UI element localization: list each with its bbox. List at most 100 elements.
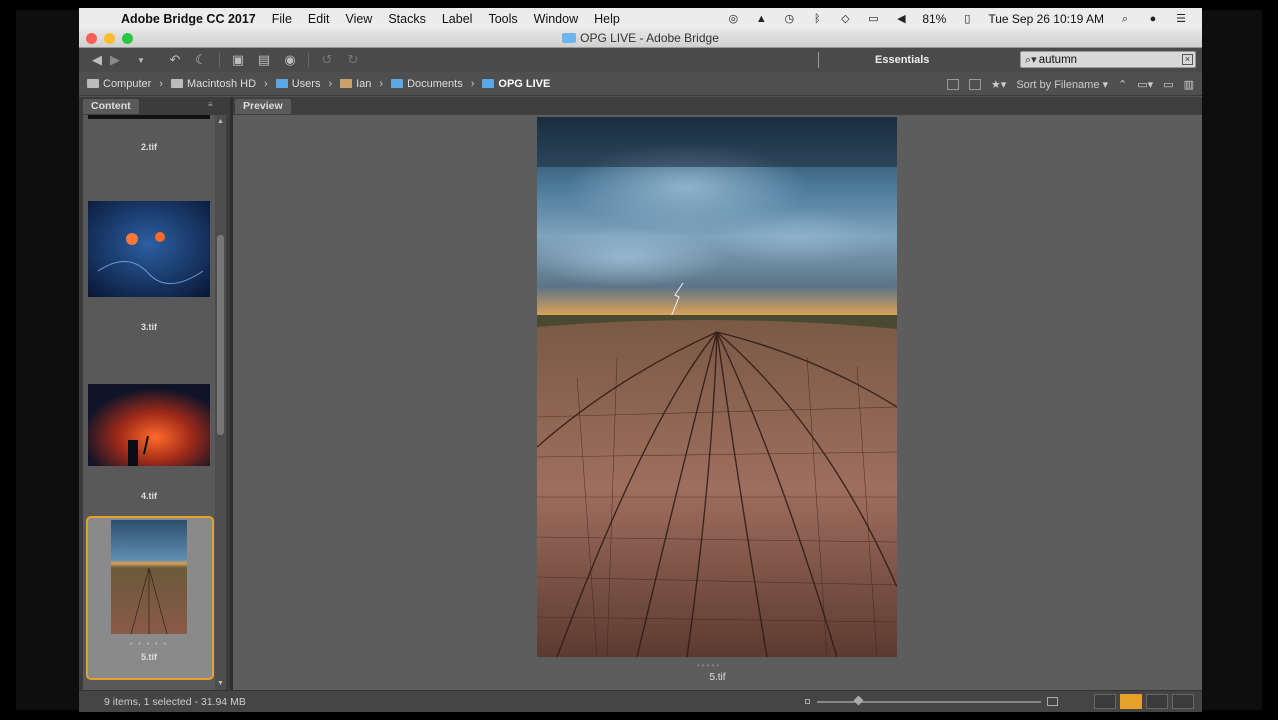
chevron-right-icon[interactable]: › (471, 78, 475, 90)
chevron-right-icon[interactable]: › (328, 78, 332, 90)
filter-icon[interactable] (968, 78, 981, 90)
menu-view[interactable]: View (345, 12, 372, 26)
volume-icon[interactable]: ◀ (894, 13, 908, 25)
rating-dots[interactable]: • • • • • (83, 641, 215, 648)
zoom-window-button[interactable] (122, 33, 133, 44)
screen: Adobe Bridge CC 2017 File Edit View Stac… (79, 8, 1202, 712)
computer-icon (87, 79, 99, 88)
breadcrumb-documents[interactable]: Documents › (391, 78, 474, 90)
drive-icon[interactable]: ▲ (754, 13, 768, 25)
thumbnail-image (111, 520, 187, 635)
breadcrumb-users[interactable]: Users › (275, 78, 332, 90)
thumbnail-item[interactable]: 2.tif (83, 115, 215, 152)
preview-tab[interactable]: Preview (235, 99, 291, 114)
home-icon (340, 79, 353, 88)
thumbnail-image (88, 115, 210, 119)
view-list-button[interactable] (1172, 694, 1194, 709)
window-controls (86, 33, 133, 44)
menu-help[interactable]: Help (594, 12, 620, 26)
view-thumbnails-button[interactable] (1120, 694, 1142, 709)
wifi-icon[interactable]: ◇ (838, 13, 852, 25)
get-photos-icon[interactable]: ▣ (230, 52, 246, 68)
new-folder-icon[interactable]: ▭ (1163, 78, 1173, 91)
clock[interactable]: Tue Sep 26 10:19 AM (988, 12, 1104, 26)
panel-menu-icon[interactable]: ≡ (208, 100, 213, 109)
workspace-label: Essentials (875, 54, 930, 66)
scroll-thumb[interactable] (217, 235, 224, 435)
battery-icon[interactable]: ▯ (960, 13, 974, 25)
bluetooth-icon[interactable]: ᛒ (810, 13, 824, 25)
thumbnail-name: 3.tif (140, 322, 157, 332)
breadcrumb-computer[interactable]: Computer › (87, 78, 163, 90)
path-bar: Computer › Macintosh HD › Users › Ian › … (79, 72, 1202, 96)
sort-dropdown[interactable]: Sort by Filename ▾ (1016, 78, 1108, 91)
clear-search-icon[interactable]: × (1182, 54, 1193, 65)
menu-stacks[interactable]: Stacks (388, 12, 426, 26)
preview-image[interactable] (537, 117, 897, 657)
spotlight-icon[interactable]: ⌕ (1118, 13, 1132, 25)
creative-cloud-icon[interactable]: ◎ (726, 13, 740, 25)
folder-icon (562, 33, 577, 43)
notification-center-icon[interactable]: ☰ (1174, 13, 1188, 25)
thumbnail-smaller-icon[interactable] (805, 699, 810, 704)
thumbnail-size-knob[interactable] (853, 695, 864, 706)
minimize-window-button[interactable] (104, 33, 115, 44)
workspace-switcher[interactable]: Essentials ▼ (875, 48, 1028, 72)
open-recent-icon[interactable]: ▭▾ (1137, 78, 1153, 91)
thumbnail-item[interactable]: 3.tif (83, 201, 215, 332)
boomerang-icon[interactable]: ☾ (193, 52, 209, 68)
menu-bar: Adobe Bridge CC 2017 File Edit View Stac… (79, 8, 1202, 29)
menu-tools[interactable]: Tools (488, 12, 517, 26)
rotate-right-icon[interactable]: ↻ (345, 52, 361, 68)
menu-file[interactable]: File (272, 12, 292, 26)
toolbar-separator (219, 53, 220, 67)
view-details-button[interactable] (1146, 694, 1168, 709)
thumbnail-item[interactable]: 4.tif (83, 384, 215, 501)
toolbar-separator (308, 53, 309, 67)
close-window-button[interactable] (86, 33, 97, 44)
chevron-right-icon[interactable]: › (264, 78, 268, 90)
refine-icon[interactable]: ▤ (256, 52, 272, 68)
selected-thumbnail[interactable]: • • • • • 5.tif (83, 520, 215, 662)
preview-filename: 5.tif (709, 672, 726, 683)
recent-dropdown-icon[interactable]: ▼ (133, 56, 149, 65)
menu-edit[interactable]: Edit (308, 12, 330, 26)
scroll-up-icon[interactable]: ▲ (216, 117, 225, 126)
forward-arrow-icon[interactable]: ▶ (107, 52, 123, 68)
open-in-camera-raw-icon[interactable]: ◉ (282, 52, 298, 68)
battery-percent[interactable]: 81% (922, 12, 946, 26)
delete-icon[interactable]: ▥ (1184, 78, 1194, 91)
view-mode-buttons (1094, 694, 1194, 709)
go-parent-icon[interactable]: ↶ (167, 52, 183, 68)
rating-filter-icon[interactable]: ★▾ (991, 78, 1006, 91)
search-field[interactable]: ⌕▾ autumn × (1020, 51, 1196, 68)
back-arrow-icon[interactable]: ◀ (89, 52, 105, 68)
siri-icon[interactable]: ● (1146, 13, 1160, 25)
chevron-right-icon[interactable]: › (379, 78, 383, 90)
lock-thumbnail-grid-button[interactable] (1094, 694, 1116, 709)
time-machine-icon[interactable]: ◷ (782, 13, 796, 25)
breadcrumb-label: Macintosh HD (186, 77, 257, 90)
breadcrumb-ian[interactable]: Ian › (340, 78, 383, 90)
preview-area: ••••• 5.tif (233, 115, 1202, 690)
breadcrumb-label: OPG LIVE (498, 77, 551, 90)
breadcrumb-macintosh-hd[interactable]: Macintosh HD › (170, 77, 268, 90)
content-tab[interactable]: Content (83, 99, 139, 114)
rotate-left-icon[interactable]: ↺ (319, 52, 335, 68)
content-scrollbar[interactable]: ▲ ▼ (215, 115, 226, 690)
thumbnail-size-slider[interactable] (817, 701, 1041, 703)
app-menu[interactable]: Adobe Bridge CC 2017 (121, 12, 256, 26)
thumbnail-larger-icon[interactable] (1047, 697, 1058, 706)
search-input[interactable]: autumn (1039, 54, 1077, 66)
scroll-down-icon[interactable]: ▼ (216, 679, 225, 688)
chevron-right-icon[interactable]: › (159, 78, 163, 90)
quality-options-icon[interactable] (946, 78, 959, 90)
menu-window[interactable]: Window (534, 12, 578, 26)
breadcrumb-opg-live[interactable]: OPG LIVE (482, 78, 550, 90)
search-icon[interactable]: ⌕▾ (1025, 53, 1037, 67)
sort-ascending-icon[interactable]: ⌃ (1118, 78, 1127, 91)
window-title: OPG LIVE - Adobe Bridge (580, 31, 719, 45)
airplay-icon[interactable]: ▭ (866, 13, 880, 25)
menu-label[interactable]: Label (442, 12, 473, 26)
rating-dots[interactable]: ••••• (697, 661, 721, 670)
